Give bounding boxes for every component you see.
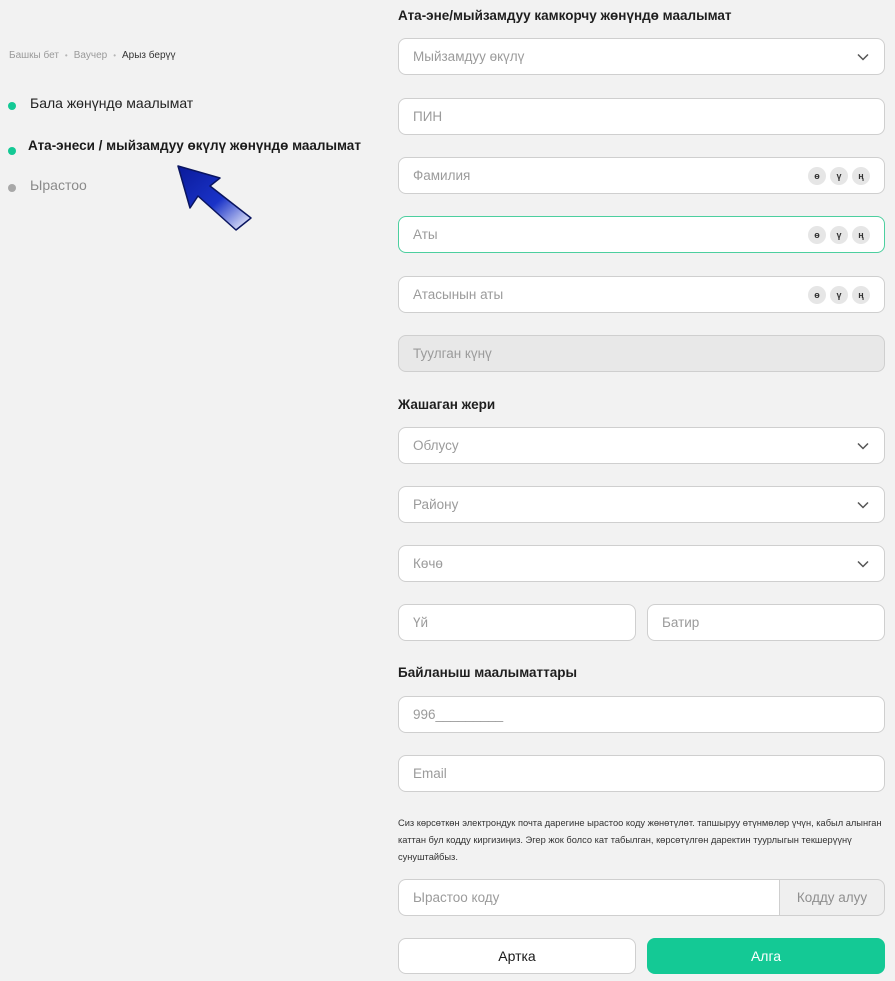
region-placeholder: Облусу [413,438,459,453]
step-dot-pending [8,184,16,192]
street-placeholder: Көчө [413,556,443,571]
section-title-contacts: Байланыш маалыматтары [398,665,578,680]
birthdate-placeholder: Туулган күнү [413,346,492,361]
section-title-guardian: Ата-эне/мыйзамдуу камкорчу жөнүндө маалы… [398,8,732,23]
district-placeholder: Району [413,497,459,512]
step-child-info[interactable]: Бала жөнүндө маалымат [8,95,193,111]
apartment-input[interactable]: Батир [647,604,885,641]
step-confirmation[interactable]: Ырастоо [8,177,87,193]
char-ng-button[interactable]: ң [852,166,870,185]
chevron-down-icon [856,50,870,64]
char-u-button[interactable]: ү [830,285,848,304]
char-ng-button[interactable]: ң [852,285,870,304]
next-button[interactable]: Алга [647,938,885,974]
representative-select[interactable]: Мыйзамдуу өкүлү [398,38,885,75]
back-button[interactable]: Артка [398,938,636,974]
chevron-down-icon [856,439,870,453]
apartment-placeholder: Батир [662,615,700,630]
email-confirmation-note: Сиз көрсөткөн электрондук почта дарегине… [398,818,882,862]
char-ng-button[interactable]: ң [852,225,870,244]
breadcrumb-current: Арыз берүү [122,50,176,61]
section-title-residence: Жашаган жери [398,397,496,412]
special-chars: ө ү ң [808,285,870,304]
breadcrumb: Башкы бет • Ваучер • Арыз берүү [9,50,176,61]
breadcrumb-separator: • [113,51,116,60]
char-o-button[interactable]: ө [808,166,826,185]
confirmation-code-input[interactable]: Ырастоо коду [398,879,779,916]
patronymic-placeholder: Атасынын аты [413,287,504,302]
get-code-button[interactable]: Кодду алуу [779,879,885,916]
char-u-button[interactable]: ү [830,225,848,244]
confirmation-code-placeholder: Ырастоо коду [413,890,500,905]
pointer-arrow-icon [177,165,252,231]
representative-placeholder: Мыйзамдуу өкүлү [413,49,525,64]
step-label: Бала жөнүндө маалымат [30,95,194,111]
chevron-down-icon [856,557,870,571]
surname-placeholder: Фамилия [413,168,471,183]
region-select[interactable]: Облусу [398,427,885,464]
char-u-button[interactable]: ү [830,166,848,185]
step-guardian-info[interactable]: Ата-энеси / мыйзамдуу өкүлү жөнүндө маал… [8,135,361,155]
step-label: Ырастоо [30,177,87,193]
special-chars: ө ү ң [808,225,870,244]
breadcrumb-voucher[interactable]: Ваучер [74,50,107,61]
surname-input[interactable]: Фамилия ө ү ң [398,157,885,194]
name-placeholder: Аты [413,227,438,242]
email-placeholder: Email [413,766,447,781]
step-label: Ата-энеси / мыйзамдуу өкүлү жөнүндө маал… [28,137,361,153]
district-select[interactable]: Району [398,486,885,523]
step-dot-active [8,147,16,155]
char-o-button[interactable]: ө [808,225,826,244]
breadcrumb-home[interactable]: Башкы бет [9,50,59,61]
street-select[interactable]: Көчө [398,545,885,582]
chevron-down-icon [856,498,870,512]
pin-input[interactable]: ПИН [398,98,885,135]
house-placeholder: Үй [413,615,429,630]
name-input[interactable]: Аты ө ү ң [398,216,885,253]
step-dot-done [8,102,16,110]
phone-placeholder: 996_________ [413,707,504,722]
confirmation-code-row: Ырастоо коду Кодду алуу [398,879,885,916]
char-o-button[interactable]: ө [808,285,826,304]
email-input[interactable]: Email [398,755,885,792]
pin-placeholder: ПИН [413,109,443,124]
birthdate-input: Туулган күнү [398,335,885,372]
phone-input[interactable]: 996_________ [398,696,885,733]
house-input[interactable]: Үй [398,604,636,641]
breadcrumb-separator: • [64,51,68,60]
patronymic-input[interactable]: Атасынын аты ө ү ң [398,276,885,313]
special-chars: ө ү ң [808,166,870,185]
